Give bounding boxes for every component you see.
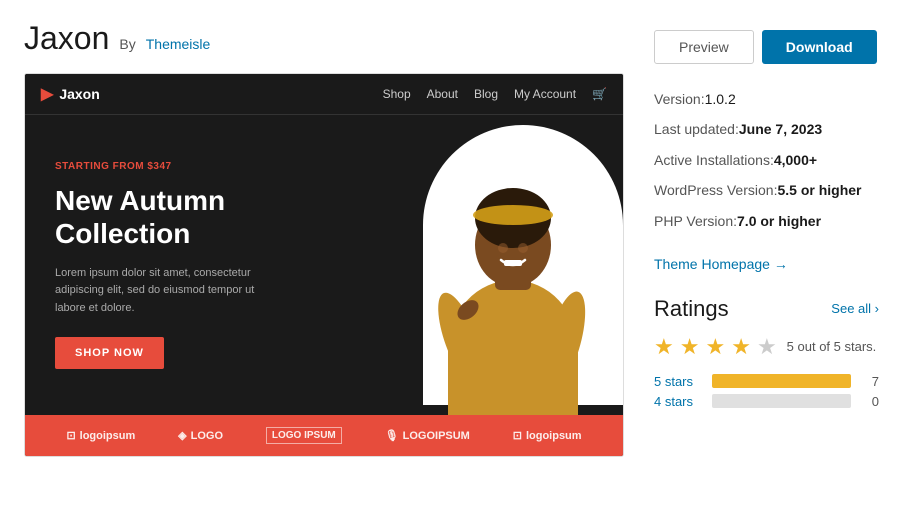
star-3: ★ bbox=[705, 334, 725, 360]
bar-count-4: 0 bbox=[859, 394, 879, 409]
rating-bars: 5 stars 7 4 stars 0 bbox=[654, 374, 879, 409]
ratings-title: Ratings bbox=[654, 296, 729, 322]
rating-bar-5: 5 stars 7 bbox=[654, 374, 879, 389]
see-all-link[interactable]: See all › bbox=[831, 301, 879, 316]
version-value: 1.0.2 bbox=[705, 88, 736, 110]
star-2: ★ bbox=[680, 334, 700, 360]
nav-about: About bbox=[427, 87, 458, 101]
ratings-header: Ratings See all › bbox=[654, 296, 879, 322]
bar-label-4stars[interactable]: 4 stars bbox=[654, 394, 704, 409]
nav-shop: Shop bbox=[383, 87, 411, 101]
logos-bar: ⊡ logoipsum ◈ LOGO LOGO IPSUM 🎙 LOGOIPSU… bbox=[25, 415, 623, 456]
active-installs-label: Active Installations: bbox=[654, 149, 774, 171]
hero-title: New Autumn Collection bbox=[55, 184, 353, 251]
last-updated-value: June 7, 2023 bbox=[739, 118, 822, 140]
preview-nav-links: Shop About Blog My Account 🛒 bbox=[383, 87, 607, 101]
nav-blog: Blog bbox=[474, 87, 498, 101]
person-svg bbox=[413, 130, 613, 415]
by-label: By bbox=[119, 36, 135, 52]
hero-desc: Lorem ipsum dolor sit amet, consectetur … bbox=[55, 265, 275, 318]
theme-homepage-link[interactable]: Theme Homepage → bbox=[654, 256, 788, 272]
rating-bar-4: 4 stars 0 bbox=[654, 394, 879, 409]
stars-row: ★ ★ ★ ★ ★ 5 out of 5 stars. bbox=[654, 334, 879, 360]
last-updated-label: Last updated: bbox=[654, 118, 739, 140]
hero-content: STARTING FROM $347 New Autumn Collection… bbox=[25, 115, 383, 415]
bar-fill-5 bbox=[712, 374, 851, 388]
php-version-value: 7.0 or higher bbox=[737, 210, 821, 232]
logo-item-2: ◈ LOGO bbox=[178, 429, 223, 442]
active-installs-value: 4,000+ bbox=[774, 149, 817, 171]
star-5-empty: ★ bbox=[757, 334, 777, 360]
logo-item-1: ⊡ logoipsum bbox=[66, 429, 135, 442]
bar-track-5 bbox=[712, 374, 851, 388]
wp-version-row: WordPress Version: 5.5 or higher bbox=[654, 175, 879, 205]
php-version-label: PHP Version: bbox=[654, 210, 737, 232]
active-installs-row: Active Installations: 4,000+ bbox=[654, 145, 879, 175]
logo-icon-5: ⊡ bbox=[513, 429, 522, 442]
left-panel: Jaxon By Themeisle ▶ Jaxon Shop About Bl… bbox=[24, 20, 624, 457]
preview-button[interactable]: Preview bbox=[654, 30, 754, 64]
version-row: Version: 1.0.2 bbox=[654, 84, 879, 114]
logo-icon-4: 🎙 bbox=[385, 429, 399, 442]
meta-table: Version: 1.0.2 Last updated: June 7, 202… bbox=[654, 84, 879, 236]
bar-track-4 bbox=[712, 394, 851, 408]
shop-now-button[interactable]: SHOP NOW bbox=[55, 337, 164, 369]
php-version-row: PHP Version: 7.0 or higher bbox=[654, 206, 879, 236]
bar-label-5stars[interactable]: 5 stars bbox=[654, 374, 704, 389]
hero-image-area bbox=[383, 115, 623, 415]
hero-person bbox=[413, 125, 613, 415]
cart-icon: 🛒 bbox=[592, 87, 607, 101]
preview-nav: ▶ Jaxon Shop About Blog My Account 🛒 bbox=[25, 74, 623, 115]
bar-count-5: 7 bbox=[859, 374, 879, 389]
nav-account: My Account bbox=[514, 87, 576, 101]
logo-icon-1: ⊡ bbox=[66, 429, 75, 442]
theme-name: Jaxon bbox=[24, 20, 109, 57]
logo-item-5: ⊡ logoipsum bbox=[513, 429, 582, 442]
logo-item-4: 🎙 LOGOIPSUM bbox=[385, 429, 470, 442]
last-updated-row: Last updated: June 7, 2023 bbox=[654, 114, 879, 144]
theme-title-area: Jaxon By Themeisle bbox=[24, 20, 624, 57]
wp-version-label: WordPress Version: bbox=[654, 179, 777, 201]
hero-section: STARTING FROM $347 New Autumn Collection… bbox=[25, 115, 623, 415]
logo-item-3: LOGO IPSUM bbox=[266, 427, 342, 444]
preview-logo: ▶ Jaxon bbox=[41, 84, 100, 104]
preview-inner: ▶ Jaxon Shop About Blog My Account 🛒 STA… bbox=[25, 74, 623, 456]
logo-icon: ▶ bbox=[41, 84, 53, 104]
starting-from: STARTING FROM $347 bbox=[55, 161, 353, 172]
right-panel: Preview Download Version: 1.0.2 Last upd… bbox=[654, 20, 879, 457]
action-buttons: Preview Download bbox=[654, 30, 879, 64]
star-1: ★ bbox=[654, 334, 674, 360]
wp-version-value: 5.5 or higher bbox=[777, 179, 861, 201]
star-4: ★ bbox=[731, 334, 751, 360]
version-label: Version: bbox=[654, 88, 705, 110]
stars-label: 5 out of 5 stars. bbox=[787, 339, 877, 354]
download-button[interactable]: Download bbox=[762, 30, 877, 64]
theme-preview: ▶ Jaxon Shop About Blog My Account 🛒 STA… bbox=[24, 73, 624, 457]
author-link[interactable]: Themeisle bbox=[146, 36, 211, 52]
logo-icon-2: ◈ bbox=[178, 429, 186, 442]
